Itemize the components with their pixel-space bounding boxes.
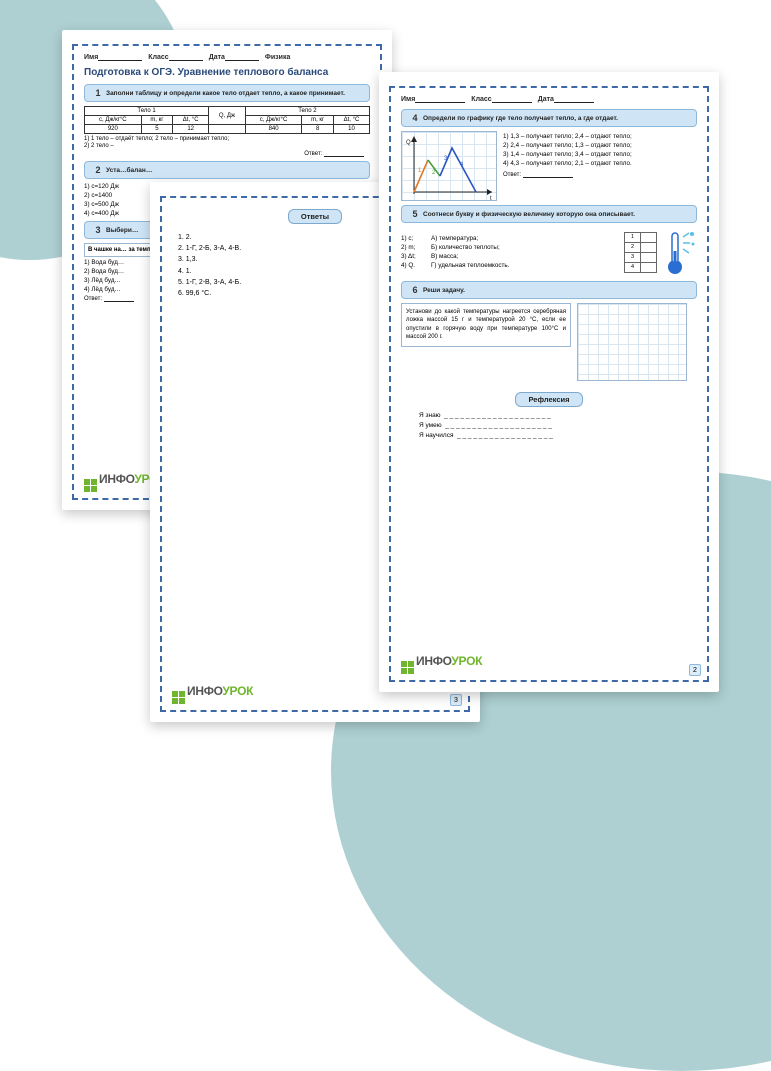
table-header: Q, Дж — [209, 107, 246, 125]
answer-label: Ответ: — [503, 172, 521, 178]
match-left: 4) Q. — [401, 262, 427, 269]
col-head: m, кг — [141, 116, 173, 125]
task-number: 4 — [407, 113, 423, 123]
col-head: c, Дж/кг°C — [245, 116, 302, 125]
header-row: Имя Класс Дата Физика — [84, 54, 370, 61]
cell: 12 — [173, 125, 209, 134]
match-right: В) масса; — [431, 253, 458, 260]
task-6-header: 6 Реши задачу. — [401, 281, 697, 299]
match-answer-grid: 1 2 3 4 — [624, 232, 657, 273]
label-name: Имя — [84, 54, 98, 61]
grid-cell: 3 — [625, 252, 641, 262]
reflection-header: Рефлексия — [515, 392, 582, 407]
task-text: Определи по графику где тело получает те… — [423, 113, 618, 123]
task-6-problem: Установи до какой температуры нагреется … — [401, 303, 571, 347]
page-title: Подготовка к ОГЭ. Уравнение теплового ба… — [84, 67, 370, 78]
label-class: Класс — [148, 54, 168, 61]
infourok-logo: ИНФОУРОК — [401, 652, 482, 674]
label-date: Дата — [538, 96, 554, 103]
thermometer-icon — [663, 227, 697, 277]
label-name: Имя — [401, 96, 415, 103]
task-number: 1 — [90, 88, 106, 98]
work-grid — [577, 303, 687, 381]
task1-sub: 2) 2 тело – — [84, 143, 370, 149]
task-text: Реши задачу. — [423, 285, 465, 295]
match-left: 1) c; — [401, 235, 427, 242]
table-header: Тело 2 — [245, 107, 369, 116]
page-number: 2 — [689, 664, 701, 676]
task-text: Уста…балан… — [106, 165, 152, 175]
option: 3) 1,4 – получает тепло; 3,4 – отдают те… — [503, 151, 697, 158]
match-left: 3) Δt; — [401, 253, 427, 260]
svg-text:t: t — [490, 196, 492, 202]
infourok-logo: ИНФОУРОК — [172, 682, 253, 704]
svg-text:4: 4 — [460, 162, 464, 168]
option: 1) 1,3 – получает тепло; 2,4 – отдают те… — [503, 133, 697, 140]
table-header: Тело 1 — [85, 107, 209, 116]
task-number: 2 — [90, 165, 106, 175]
cell: 920 — [85, 125, 142, 134]
task-number: 3 — [90, 225, 106, 235]
task-1-table: Тело 1 Q, Дж Тело 2 c, Дж/кг°C m, кг Δt,… — [84, 106, 370, 134]
label-subject: Физика — [265, 54, 290, 61]
cell: 5 — [141, 125, 173, 134]
task-text: Соотнеси букву и физическую величину кот… — [423, 209, 635, 219]
qt-chart: Q t 1 2 3 4 — [401, 131, 497, 201]
reflection-line: Я научился _ _ _ _ _ _ _ _ _ _ _ _ _ _ _… — [419, 432, 697, 439]
label-date: Дата — [209, 54, 225, 61]
col-head: Δt, °C — [333, 116, 369, 125]
task-number: 6 — [407, 285, 423, 295]
task-number: 5 — [407, 209, 423, 219]
col-head: c, Дж/кг°C — [85, 116, 142, 125]
task-4-header: 4 Определи по графику где тело получает … — [401, 109, 697, 127]
worksheet-page-2: Имя Класс Дата 4 Определи по графику где… — [379, 72, 719, 692]
cell: 840 — [245, 125, 302, 134]
task-text: Выбери… — [106, 225, 138, 235]
match-right: А) температура; — [431, 235, 478, 242]
svg-text:Q: Q — [406, 140, 411, 146]
reflection-line: Я знаю _ _ _ _ _ _ _ _ _ _ _ _ _ _ _ _ _… — [419, 412, 697, 419]
chart-svg: Q t 1 2 3 4 — [402, 132, 498, 202]
col-head: Δt, °C — [173, 116, 209, 125]
option: 4) 4,3 – получает тепло; 2,1 – отдают те… — [503, 160, 697, 167]
grid-cell: 4 — [625, 262, 641, 272]
task-text: Заполни таблицу и определи какое тело от… — [106, 88, 345, 98]
task-2-header: 2 Уста…балан… — [84, 161, 370, 179]
match-left: 2) m; — [401, 244, 427, 251]
page-number: 3 — [450, 694, 462, 706]
answer-label: Ответ: — [84, 150, 370, 157]
task1-sub: 1) 1 тело – отдаёт тепло; 2 тело – прини… — [84, 136, 370, 142]
cell — [209, 125, 246, 134]
option: 2) 2,4 – получает тепло; 1,3 – отдают те… — [503, 142, 697, 149]
header-row: Имя Класс Дата — [401, 96, 697, 103]
task-5-header: 5 Соотнеси букву и физическую величину к… — [401, 205, 697, 223]
cell: 8 — [302, 125, 334, 134]
label-class: Класс — [471, 96, 491, 103]
cell: 10 — [333, 125, 369, 134]
grid-cell: 2 — [625, 242, 641, 252]
match-right: Б) количество теплоты; — [431, 244, 500, 251]
match-right: Г) удельная теплоемкость. — [431, 262, 509, 269]
answers-header: Ответы — [288, 209, 342, 224]
task-1-header: 1 Заполни таблицу и определи какое тело … — [84, 84, 370, 102]
grid-cell: 1 — [625, 232, 641, 242]
reflection-line: Я умею _ _ _ _ _ _ _ _ _ _ _ _ _ _ _ _ _… — [419, 422, 697, 429]
col-head: m, кг — [302, 116, 334, 125]
